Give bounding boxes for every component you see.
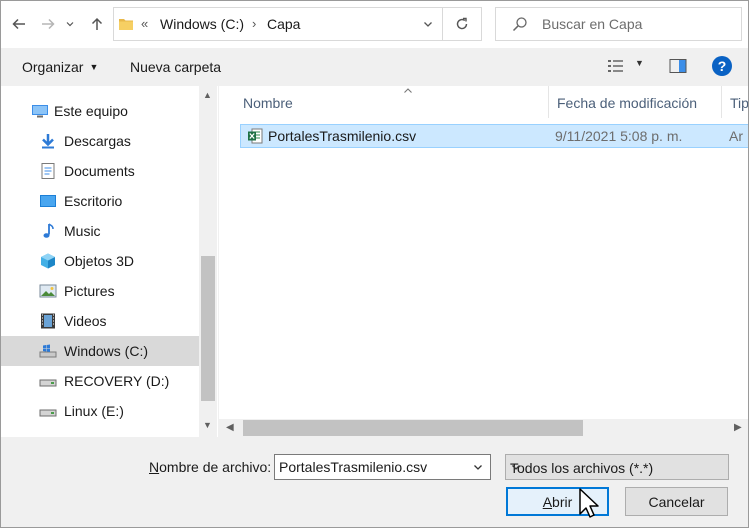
nav-item-windows-c[interactable]: Windows (C:) xyxy=(1,336,199,366)
view-dropdown-icon[interactable]: ▼ xyxy=(635,58,644,68)
overflow-chevron[interactable]: « xyxy=(141,16,148,31)
nav-label: Music xyxy=(64,223,101,239)
desktop-icon xyxy=(40,195,56,207)
scroll-up-icon[interactable]: ▲ xyxy=(203,90,212,100)
file-open-dialog: « Windows (C:) › Capa Organizar ▼ Nueva c… xyxy=(0,0,749,528)
scrollbar-thumb[interactable] xyxy=(201,256,215,401)
nav-item-desktop[interactable]: Escritorio xyxy=(1,186,199,216)
nav-label: Descargas xyxy=(64,133,131,149)
nav-label: Windows (C:) xyxy=(64,343,149,359)
up-arrow-icon xyxy=(91,17,103,30)
downloads-icon xyxy=(42,134,54,149)
folder-icon xyxy=(118,16,134,35)
filename-dropdown-button[interactable] xyxy=(472,460,484,476)
address-bar[interactable]: « Windows (C:) › Capa xyxy=(113,7,443,41)
nav-item-music[interactable]: Music xyxy=(1,216,199,246)
nav-label: Linux (E:) xyxy=(64,403,124,419)
help-icon[interactable]: ? xyxy=(712,56,732,76)
nav-label: Objetos 3D xyxy=(64,253,135,269)
organize-label: Organizar xyxy=(22,59,84,75)
caret-down-icon: ▼ xyxy=(89,62,99,72)
up-button[interactable] xyxy=(86,13,108,35)
scrollbar-thumb[interactable] xyxy=(243,420,583,436)
column-header-date[interactable]: Fecha de modificación xyxy=(549,86,722,118)
nav-item-videos[interactable]: Videos xyxy=(1,306,199,336)
file-list: Nombre Fecha de modificación Tipo Portal… xyxy=(219,86,748,437)
nav-label: Escritorio xyxy=(64,193,123,209)
column-header-name[interactable]: Nombre xyxy=(235,86,549,118)
nav-label: RECOVERY (D:) xyxy=(64,373,170,389)
preview-pane-icon[interactable] xyxy=(669,58,687,77)
mouse-pointer-icon xyxy=(579,488,599,518)
file-row[interactable]: PortalesTrasmilenio.csv 9/11/2021 5:08 p… xyxy=(240,124,748,148)
file-list-hscrollbar[interactable]: ◀ ▶ xyxy=(219,419,748,437)
pictures-icon xyxy=(39,284,57,298)
chevron-down-icon xyxy=(424,22,432,27)
breadcrumb-capa[interactable]: Capa xyxy=(267,16,300,32)
nav-item-documents[interactable]: Documents xyxy=(1,156,199,186)
sort-ascending-icon xyxy=(404,88,412,93)
system-drive-icon xyxy=(39,344,57,358)
nav-label: Este equipo xyxy=(54,103,128,119)
nav-label: Videos xyxy=(64,313,107,329)
videos-icon xyxy=(41,313,55,329)
search-input[interactable] xyxy=(542,14,732,34)
objects-3d-icon xyxy=(41,253,55,269)
filename-input[interactable] xyxy=(279,458,459,476)
scroll-down-icon[interactable]: ▼ xyxy=(203,420,212,430)
music-icon xyxy=(43,223,54,238)
drive-icon xyxy=(39,379,57,387)
toolbar: Organizar ▼ Nueva carpeta ▼ ? xyxy=(1,48,748,86)
file-name: PortalesTrasmilenio.csv xyxy=(268,128,417,144)
file-type-select[interactable]: Todos los archivos (*.*) xyxy=(505,454,729,480)
nav-label: Pictures xyxy=(64,283,115,299)
back-arrow-icon xyxy=(12,18,25,30)
nav-item-this-pc[interactable]: Este equipo xyxy=(1,96,199,126)
drive-icon xyxy=(39,409,57,417)
organize-button[interactable]: Organizar ▼ xyxy=(22,59,98,75)
filename-label: Nombre de archivo: xyxy=(149,459,272,475)
back-button[interactable] xyxy=(8,13,30,35)
address-row: « Windows (C:) › Capa xyxy=(1,1,748,48)
column-header-type[interactable]: Tipo xyxy=(722,86,748,118)
chevron-down-icon xyxy=(66,22,74,27)
bottom-bar: Nombre de archivo: Todos los archivos (*… xyxy=(1,437,748,527)
filename-field[interactable] xyxy=(274,454,491,480)
filetype-dropdown-button[interactable] xyxy=(510,460,722,476)
chevron-down-icon xyxy=(512,465,520,470)
file-date: 9/11/2021 5:08 p. m. xyxy=(555,128,683,144)
file-type: Ar xyxy=(729,128,743,144)
excel-csv-icon xyxy=(248,128,263,144)
search-box[interactable] xyxy=(495,7,742,41)
nav-label: Documents xyxy=(64,163,135,179)
scroll-left-icon[interactable]: ◀ xyxy=(226,422,234,433)
view-options-icon[interactable] xyxy=(607,58,625,77)
scroll-right-icon[interactable]: ▶ xyxy=(734,422,742,433)
cancel-button[interactable]: Cancelar xyxy=(625,487,728,516)
breadcrumb-windows-c[interactable]: Windows (C:) xyxy=(160,16,244,32)
nav-scrollbar[interactable]: ▲ ▼ xyxy=(199,86,217,437)
nav-item-downloads[interactable]: Descargas xyxy=(1,126,199,156)
nav-item-linux-e[interactable]: Linux (E:) xyxy=(1,396,199,426)
forward-arrow-icon xyxy=(42,18,55,30)
new-folder-button[interactable]: Nueva carpeta xyxy=(130,59,221,75)
refresh-button[interactable] xyxy=(443,7,482,41)
breadcrumb-separator[interactable]: › xyxy=(252,16,256,31)
recent-locations-button[interactable] xyxy=(63,13,77,35)
navigation-pane: Este equipo Descargas Documents Escritor… xyxy=(1,86,218,437)
chevron-down-icon xyxy=(474,465,482,470)
refresh-icon xyxy=(456,17,468,30)
documents-icon xyxy=(41,163,55,179)
search-icon xyxy=(512,16,528,35)
computer-icon xyxy=(32,105,48,118)
nav-item-pictures[interactable]: Pictures xyxy=(1,276,199,306)
nav-item-recovery-d[interactable]: RECOVERY (D:) xyxy=(1,366,199,396)
address-dropdown-button[interactable] xyxy=(422,17,434,33)
forward-button[interactable] xyxy=(37,13,59,35)
nav-item-3d-objects[interactable]: Objetos 3D xyxy=(1,246,199,276)
